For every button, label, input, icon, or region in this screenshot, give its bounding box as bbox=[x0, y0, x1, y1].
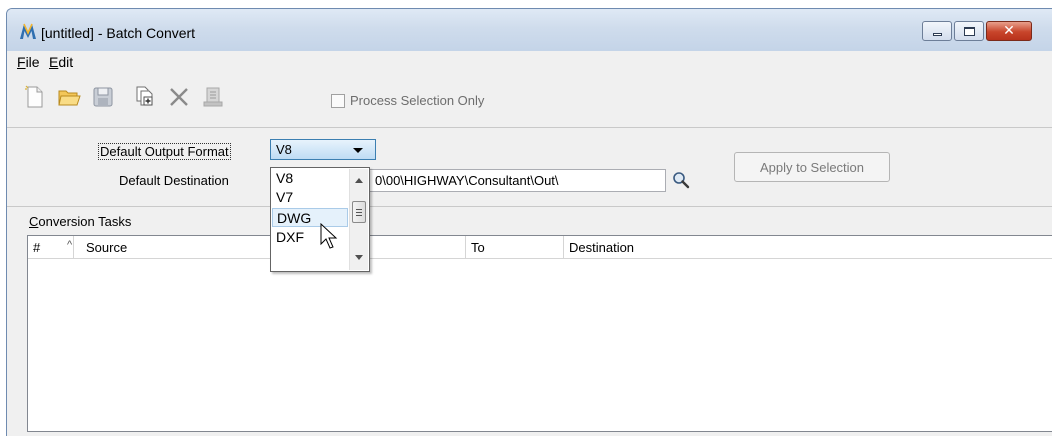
conversion-tasks-label-text: onversion Tasks bbox=[38, 214, 132, 229]
column-source-label: Source bbox=[86, 240, 128, 255]
scroll-up-icon[interactable] bbox=[355, 178, 363, 183]
title-bar[interactable]: [untitled] - Batch Convert ✕ bbox=[7, 9, 1052, 51]
list-header: # ^ Source To Destination bbox=[28, 236, 1052, 259]
column-header-destination[interactable]: Destination bbox=[564, 236, 1052, 259]
dropdown-scrollbar[interactable] bbox=[349, 169, 368, 270]
close-button[interactable]: ✕ bbox=[986, 21, 1032, 41]
output-format-dropdown: V8 V7 DWG DXF bbox=[270, 167, 370, 272]
column-header-number[interactable]: # ^ bbox=[28, 236, 74, 259]
process-icon[interactable] bbox=[201, 85, 225, 109]
minimize-button[interactable] bbox=[922, 21, 952, 41]
default-output-format-label: Default Output Format bbox=[98, 143, 231, 160]
dropdown-option-v8[interactable]: V8 bbox=[272, 169, 348, 188]
close-icon: ✕ bbox=[1003, 23, 1015, 39]
menu-edit-label: dit bbox=[58, 54, 74, 70]
search-icon[interactable] bbox=[671, 170, 691, 190]
column-header-to[interactable]: To bbox=[466, 236, 564, 259]
menu-bar: File Edit bbox=[7, 51, 1052, 75]
conversion-tasks-list[interactable]: # ^ Source To Destination bbox=[27, 235, 1052, 432]
separator bbox=[7, 206, 1052, 207]
window-title: [untitled] - Batch Convert bbox=[41, 25, 196, 41]
maximize-button[interactable] bbox=[954, 21, 984, 41]
output-format-combobox[interactable]: V8 bbox=[270, 139, 376, 160]
menu-file[interactable]: File bbox=[17, 54, 40, 70]
toolbar: Process Selection Only bbox=[7, 77, 1052, 115]
apply-to-selection-button[interactable]: Apply to Selection bbox=[734, 152, 890, 182]
scroll-down-icon[interactable] bbox=[355, 255, 363, 260]
destination-value: 0\00\HIGHWAY\Consultant\Out\ bbox=[375, 173, 559, 188]
open-folder-icon[interactable] bbox=[57, 85, 81, 109]
maximize-icon bbox=[964, 27, 975, 36]
dropdown-option-label: V7 bbox=[276, 189, 294, 205]
menu-edit[interactable]: Edit bbox=[49, 54, 73, 70]
minimize-icon bbox=[933, 33, 942, 36]
conversion-tasks-mnemonic: C bbox=[29, 214, 39, 229]
dropdown-option-v7[interactable]: V7 bbox=[272, 188, 348, 207]
scroll-thumb[interactable] bbox=[352, 201, 366, 223]
mouse-cursor-icon bbox=[320, 223, 338, 249]
sort-ascending-icon: ^ bbox=[67, 239, 73, 251]
menu-edit-mnemonic: E bbox=[49, 54, 59, 70]
default-destination-label: Default Destination bbox=[119, 173, 229, 188]
process-selection-label: Process Selection Only bbox=[350, 93, 485, 108]
dropdown-option-label: DWG bbox=[277, 210, 312, 226]
batch-convert-window: [untitled] - Batch Convert ✕ File Edit P… bbox=[6, 8, 1052, 436]
microstation-app-icon bbox=[20, 23, 36, 39]
new-file-icon[interactable] bbox=[23, 85, 47, 109]
chevron-down-icon bbox=[353, 148, 363, 153]
column-number-label: # bbox=[33, 240, 41, 255]
output-format-value: V8 bbox=[276, 142, 292, 157]
conversion-tasks-label: Conversion Tasks bbox=[29, 214, 131, 229]
save-icon[interactable] bbox=[91, 85, 115, 109]
process-selection-checkbox[interactable] bbox=[331, 94, 345, 108]
separator bbox=[7, 127, 1052, 128]
dropdown-option-label: DXF bbox=[276, 229, 304, 245]
apply-to-selection-label: Apply to Selection bbox=[759, 159, 865, 175]
column-destination-label: Destination bbox=[569, 240, 635, 255]
menu-file-label: ile bbox=[25, 54, 40, 70]
delete-icon[interactable] bbox=[167, 85, 191, 109]
add-files-icon[interactable] bbox=[133, 85, 157, 109]
dropdown-option-label: V8 bbox=[276, 170, 294, 186]
menu-file-mnemonic: F bbox=[17, 54, 26, 70]
column-to-label: To bbox=[471, 240, 485, 255]
